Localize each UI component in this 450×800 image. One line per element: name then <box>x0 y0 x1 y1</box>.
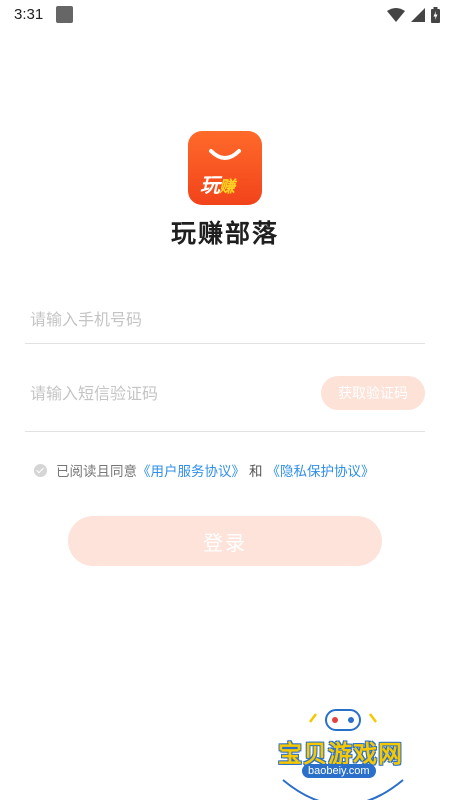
sms-code-input[interactable] <box>30 378 310 408</box>
privacy-agreement-link[interactable]: 《隐私保护协议》 <box>267 460 375 480</box>
logo-text: 玩赚 <box>200 169 235 198</box>
phone-field <box>25 294 425 344</box>
agreement-and: 和 <box>249 464 263 480</box>
app-logo: 玩赚 <box>188 131 262 205</box>
app-name: 玩赚部落 <box>170 219 279 248</box>
sms-code-field: 获取验证码 <box>25 368 425 432</box>
status-icons <box>387 7 440 23</box>
watermark: 宝贝游戏网 baobeiy.com <box>268 700 418 800</box>
agreement-row: 已阅读且同意 《用户服务协议》 和 《隐私保护协议》 <box>34 460 375 480</box>
logo-text-accent: 赚 <box>219 177 235 196</box>
wifi-icon <box>387 8 405 22</box>
agreement-checkbox[interactable] <box>34 463 47 477</box>
logo-text-main: 玩 <box>200 173 220 197</box>
agreement-prefix: 已阅读且同意 <box>56 464 137 480</box>
signal-icon <box>411 8 425 22</box>
service-agreement-link[interactable]: 《用户服务协议》 <box>137 460 245 480</box>
login-button[interactable]: 登录 <box>68 516 382 566</box>
status-time: 3:31 <box>14 6 44 23</box>
notification-square-icon <box>56 6 73 23</box>
get-code-button[interactable]: 获取验证码 <box>321 376 425 410</box>
phone-input[interactable] <box>30 304 310 334</box>
status-bar: 3:31 <box>0 0 450 30</box>
watermark-url: baobeiy.com <box>302 764 376 778</box>
battery-icon <box>431 7 440 23</box>
